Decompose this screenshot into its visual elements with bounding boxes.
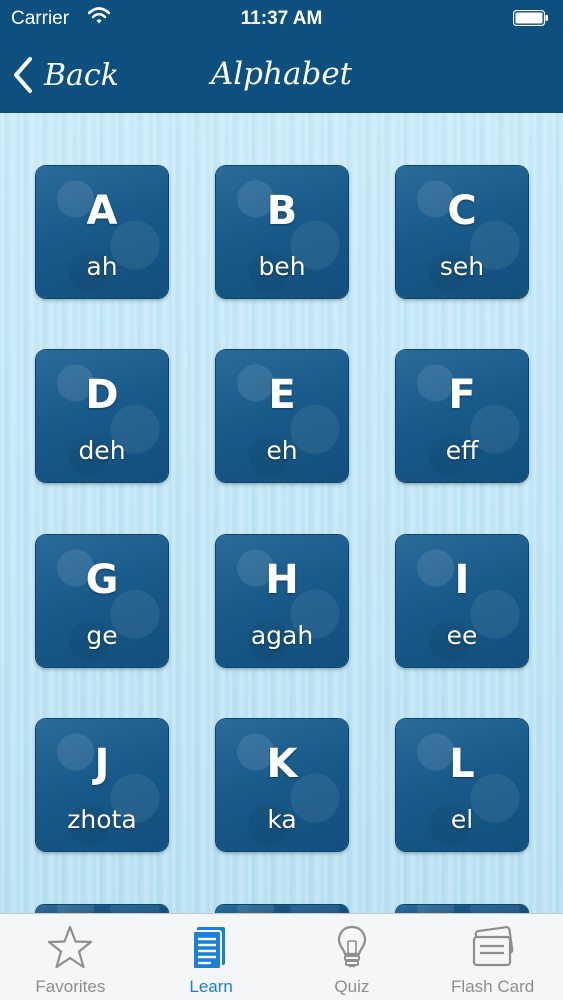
- letter-glyph: A: [86, 188, 118, 234]
- letter-tile-d[interactable]: D deh: [36, 350, 168, 482]
- letter-glyph: D: [85, 372, 119, 418]
- letter-glyph: H: [265, 557, 299, 603]
- letter-tile-b[interactable]: B beh: [216, 166, 348, 298]
- tab-learn[interactable]: Learn: [141, 914, 282, 1000]
- letter-pronunciation: ah: [86, 252, 118, 281]
- letter-pronunciation: zhota: [67, 805, 137, 834]
- letter-tile-partial[interactable]: [396, 905, 528, 913]
- letter-pronunciation: ee: [446, 621, 478, 650]
- letter-tile-partial[interactable]: [216, 905, 348, 913]
- tab-label: Flash Card: [451, 977, 535, 996]
- status-time: 11:37 AM: [240, 8, 323, 29]
- letter-glyph: I: [454, 557, 470, 603]
- letter-tile-i[interactable]: I ee: [396, 535, 528, 667]
- letter-glyph: B: [266, 188, 298, 234]
- letter-glyph: K: [266, 741, 298, 787]
- letter-tile-e[interactable]: E eh: [216, 350, 348, 482]
- tab-label: Favorites: [35, 977, 106, 996]
- letter-pronunciation: beh: [258, 252, 306, 281]
- letter-tile-k[interactable]: K ka: [216, 719, 348, 851]
- tab-favorites[interactable]: Favorites: [0, 914, 141, 1000]
- navigation-bar: Back Alphabet: [0, 38, 563, 113]
- letter-tile-c[interactable]: C seh: [396, 166, 528, 298]
- page-title: Alphabet: [210, 56, 353, 92]
- letter-pronunciation: seh: [439, 252, 485, 281]
- status-bar: Carrier 11:37 AM: [0, 0, 563, 38]
- letter-pronunciation: agah: [250, 621, 314, 650]
- letter-tile-g[interactable]: G ge: [36, 535, 168, 667]
- tab-bar: Favorites Learn Quiz Flash Card: [0, 913, 563, 1000]
- letter-tile-h[interactable]: H agah: [216, 535, 348, 667]
- flash-card-icon: [472, 926, 513, 967]
- letter-glyph: E: [268, 372, 296, 418]
- document-icon: [192, 927, 226, 970]
- letter-pronunciation: ge: [86, 621, 118, 650]
- letter-tile-l[interactable]: L el: [396, 719, 528, 851]
- top-bar: Carrier 11:37 AM Back Alphabet: [0, 0, 563, 113]
- letter-tile-j[interactable]: J zhota: [36, 719, 168, 851]
- letter-glyph: J: [94, 741, 110, 787]
- letter-glyph: F: [448, 372, 476, 418]
- tab-label: Quiz: [334, 977, 370, 996]
- tab-flash-card[interactable]: Flash Card: [422, 914, 563, 1000]
- letter-pronunciation: eh: [266, 436, 298, 465]
- letter-pronunciation: el: [450, 805, 474, 834]
- alphabet-grid[interactable]: A ah B beh C seh D deh E eh F eff G ge H: [0, 113, 563, 913]
- letter-pronunciation: deh: [78, 436, 126, 465]
- battery-icon: [512, 9, 549, 27]
- letter-glyph: L: [449, 741, 475, 787]
- letter-pronunciation: ka: [267, 805, 297, 834]
- letter-glyph: G: [85, 557, 119, 603]
- letter-tile-a[interactable]: A ah: [36, 166, 168, 298]
- letter-tile-partial[interactable]: [36, 905, 168, 913]
- star-icon: [48, 925, 93, 969]
- tab-quiz[interactable]: Quiz: [282, 914, 423, 1000]
- letter-pronunciation: eff: [445, 436, 479, 465]
- tab-label: Learn: [189, 977, 233, 996]
- lightbulb-icon: [337, 925, 366, 968]
- screen: Carrier 11:37 AM Back Alphabet A ah B be…: [0, 0, 563, 1000]
- letter-tile-f[interactable]: F eff: [396, 350, 528, 482]
- letter-glyph: C: [447, 188, 477, 234]
